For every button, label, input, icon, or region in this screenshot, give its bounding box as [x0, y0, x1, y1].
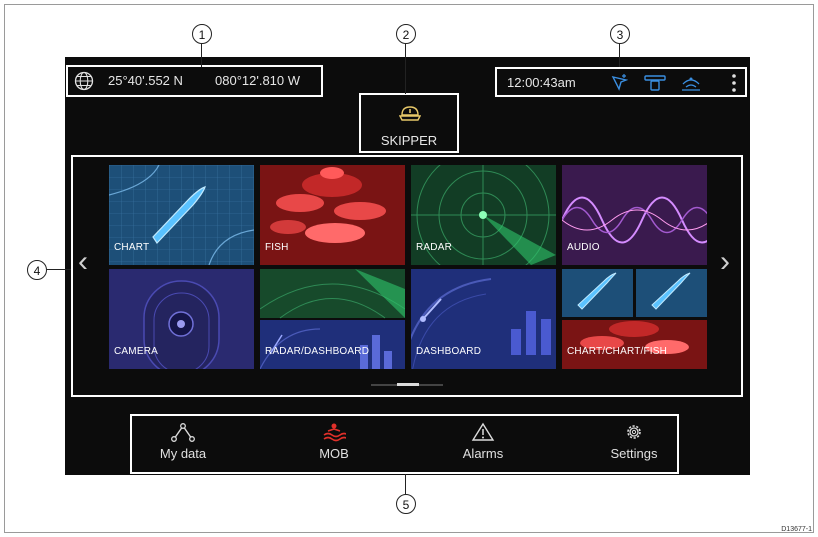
gps-icon[interactable] [610, 74, 628, 92]
app-tile-camera[interactable]: CAMERA [109, 269, 254, 369]
app-tile-chart-chart-fish[interactable]: CHART/CHART/FISH [562, 269, 707, 369]
app-tile-radar[interactable]: RADAR [411, 165, 556, 265]
nav-mob[interactable]: MOB [289, 422, 379, 461]
reference-code: D13677-1 [781, 526, 812, 533]
profile-name: SKIPPER [380, 133, 438, 148]
more-icon[interactable] [730, 73, 738, 93]
app-label-radar-dashboard: RADAR/DASHBOARD [265, 346, 370, 357]
nav-label-settings: Settings [610, 446, 658, 461]
nav-settings[interactable]: Settings [589, 422, 679, 461]
page-indicator[interactable] [371, 383, 443, 386]
nav-label-alarms: Alarms [462, 446, 504, 461]
leader-line-3 [619, 44, 620, 67]
app-label-dashboard: DASHBOARD [416, 346, 482, 357]
leader-line-4 [47, 269, 71, 270]
callout-5: 5 [396, 494, 416, 514]
profile-button[interactable]: SKIPPER [359, 93, 459, 153]
position-readout-box[interactable]: 25°40'.552 N 080°12'.810 W [66, 65, 323, 97]
clock-text: 12:00:43am [507, 75, 576, 90]
callout-4: 4 [27, 260, 47, 280]
callout-2: 2 [396, 24, 416, 44]
app-tile-chart[interactable]: CHART [109, 165, 254, 265]
callout-3: 3 [610, 24, 630, 44]
nav-alarms[interactable]: Alarms [438, 422, 528, 461]
display-screen: 25°40'.552 N 080°12'.810 W 12:00:43am SK… [65, 57, 750, 475]
next-page-arrow[interactable]: › [720, 245, 730, 279]
app-tile-fish[interactable]: FISH [260, 165, 405, 265]
app-label-audio: AUDIO [567, 242, 600, 253]
app-label-radar: RADAR [416, 242, 453, 253]
nav-label-my-data: My data [159, 446, 207, 461]
status-icons-box: 12:00:43am [495, 67, 747, 97]
globe-icon [74, 71, 94, 91]
man-overboard-icon [323, 423, 346, 442]
leader-line-2 [405, 44, 406, 94]
captain-hat-icon [399, 106, 421, 121]
previous-page-arrow[interactable]: ‹ [78, 245, 88, 279]
app-label-camera: CAMERA [114, 346, 158, 357]
app-label-fish: FISH [265, 242, 289, 253]
warning-icon [471, 422, 495, 441]
data-nodes-icon [171, 423, 195, 442]
page-indicator-active [397, 383, 419, 386]
longitude-text: 080°12'.810 W [215, 73, 301, 88]
app-tile-audio[interactable]: AUDIO [562, 165, 707, 265]
app-label-chart: CHART [114, 242, 150, 253]
app-tile-radar-dashboard[interactable]: RADAR/DASHBOARD [260, 269, 405, 369]
transducer-icon[interactable] [644, 74, 666, 92]
sonar-icon[interactable] [680, 74, 702, 92]
app-label-chart-chart-fish: CHART/CHART/FISH [567, 346, 668, 357]
leader-line-5 [405, 474, 406, 494]
nav-my-data[interactable]: My data [138, 422, 228, 461]
callout-1: 1 [192, 24, 212, 44]
app-tile-dashboard[interactable]: DASHBOARD [411, 269, 556, 369]
leader-line-1 [201, 44, 202, 67]
gear-icon [627, 425, 641, 439]
nav-label-mob: MOB [319, 446, 349, 461]
latitude-text: 25°40'.552 N [108, 73, 183, 88]
